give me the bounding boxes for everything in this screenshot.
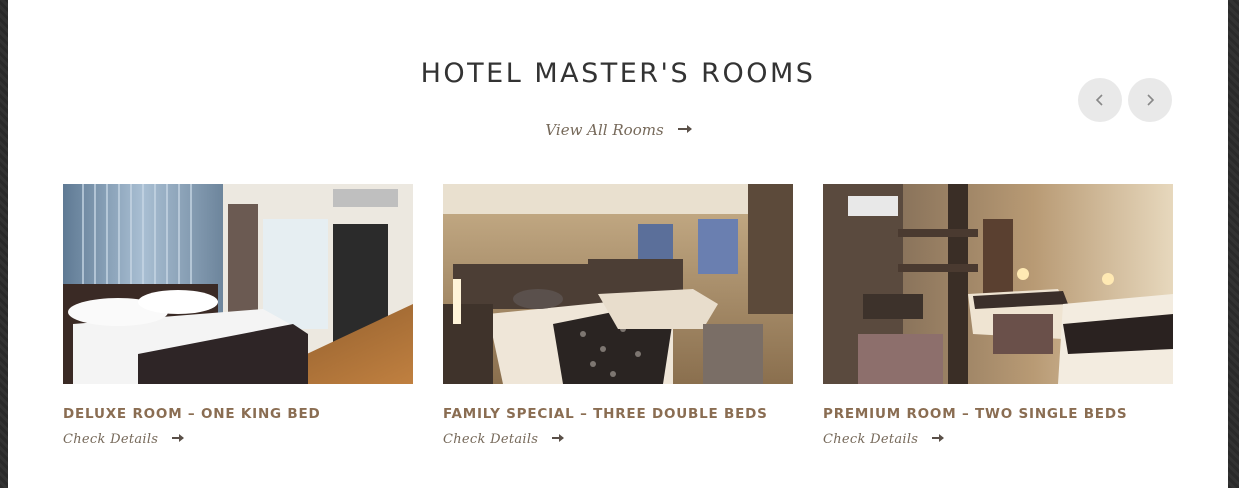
- room-title[interactable]: DELUXE ROOM – ONE KING BED: [63, 406, 413, 422]
- check-details-label: Check Details: [63, 432, 159, 447]
- carousel-next-button[interactable]: [1128, 78, 1172, 122]
- arrow-right-icon: [552, 433, 565, 442]
- arrow-right-icon: [932, 433, 945, 442]
- page-frame-left: [0, 0, 8, 488]
- check-details-label: Check Details: [443, 432, 539, 447]
- view-all-rooms-label: View All Rooms: [545, 121, 664, 139]
- rooms-section: HOTEL MASTER'S ROOMS View All Rooms DELU…: [8, 0, 1228, 488]
- room-photo-family[interactable]: [443, 184, 793, 384]
- check-details-link[interactable]: Check Details: [63, 432, 413, 447]
- view-all-rooms-link[interactable]: View All Rooms: [8, 121, 1228, 139]
- room-photo-premium[interactable]: [823, 184, 1173, 384]
- check-details-label: Check Details: [823, 432, 919, 447]
- arrow-right-icon: [677, 125, 692, 133]
- room-card: PREMIUM ROOM – TWO SINGLE BEDS Check Det…: [823, 184, 1173, 447]
- room-photo-deluxe[interactable]: [63, 184, 413, 384]
- room-title[interactable]: PREMIUM ROOM – TWO SINGLE BEDS: [823, 406, 1173, 422]
- arrow-right-icon: [172, 433, 185, 442]
- carousel-prev-button[interactable]: [1078, 78, 1122, 122]
- section-title: HOTEL MASTER'S ROOMS: [420, 58, 816, 89]
- chevron-left-icon: [1095, 94, 1103, 106]
- chevron-right-icon: [1147, 94, 1155, 106]
- check-details-link[interactable]: Check Details: [443, 432, 793, 447]
- room-title[interactable]: FAMILY SPECIAL – THREE DOUBLE BEDS: [443, 406, 793, 422]
- room-card: FAMILY SPECIAL – THREE DOUBLE BEDS Check…: [443, 184, 793, 447]
- check-details-link[interactable]: Check Details: [823, 432, 1173, 447]
- page-frame-right: [1228, 0, 1239, 488]
- room-card: DELUXE ROOM – ONE KING BED Check Details: [63, 184, 413, 447]
